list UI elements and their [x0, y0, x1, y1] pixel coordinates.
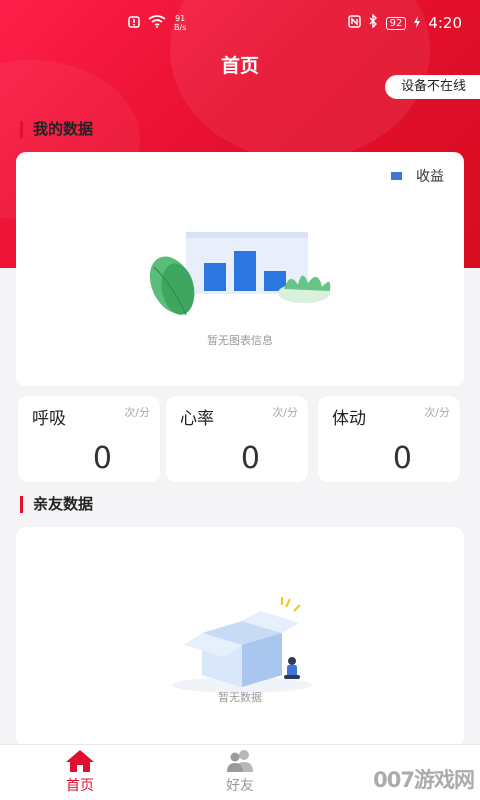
battery-level: 92	[385, 16, 407, 30]
tab-home-label: 首页	[66, 778, 94, 794]
bluetooth-icon	[369, 13, 378, 32]
network-speed-unit: B/s	[174, 23, 187, 32]
tab-friends[interactable]: 好友	[200, 749, 280, 795]
status-bar: 91 B/s 92 4:20	[0, 0, 480, 50]
metric-card-body-movement[interactable]: 体动 次/分 0	[318, 396, 460, 482]
network-speed-value: 91	[175, 14, 186, 23]
metric-card-breath[interactable]: 呼吸 次/分 0	[18, 396, 160, 482]
nfc-icon	[347, 14, 361, 32]
device-status-badge[interactable]: 设备不在线	[384, 75, 480, 99]
chart-card: 收益 暂无图表信息	[16, 152, 464, 386]
metric-unit: 次/分	[124, 406, 150, 419]
charging-icon	[414, 14, 421, 32]
my-data-section-title: 我的数据	[20, 121, 93, 138]
alert-icon	[128, 14, 140, 32]
chart-legend: 收益	[391, 166, 444, 186]
tab-home[interactable]: 首页	[40, 749, 120, 795]
home-icon	[40, 749, 120, 773]
friends-icon	[200, 749, 280, 773]
friends-section-title: 亲友数据	[20, 496, 93, 513]
legend-label: 收益	[416, 169, 444, 185]
metric-name: 呼吸	[32, 409, 66, 429]
page-title: 首页	[220, 55, 259, 77]
empty-box-illustration	[172, 597, 312, 693]
legend-swatch	[391, 172, 402, 180]
site-watermark: 007游戏网	[373, 768, 475, 792]
tab-friends-label: 好友	[226, 778, 254, 794]
network-speed: 91 B/s	[174, 14, 186, 32]
empty-chart-illustration	[149, 232, 331, 316]
metric-name: 心率	[180, 409, 214, 429]
metric-unit: 次/分	[272, 406, 298, 419]
metric-card-heart-rate[interactable]: 心率 次/分 0	[166, 396, 308, 482]
metric-value: 0	[392, 441, 412, 476]
friends-empty-text: 暂无数据	[218, 691, 262, 704]
metric-value: 0	[92, 441, 112, 476]
metric-unit: 次/分	[424, 406, 450, 419]
friends-data-card: 暂无数据	[16, 527, 464, 747]
metric-value: 0	[240, 441, 260, 476]
metric-name: 体动	[332, 409, 366, 429]
empty-chart-text: 暂无图表信息	[207, 334, 273, 347]
wifi-icon	[148, 14, 166, 32]
clock: 4:20	[428, 14, 462, 32]
